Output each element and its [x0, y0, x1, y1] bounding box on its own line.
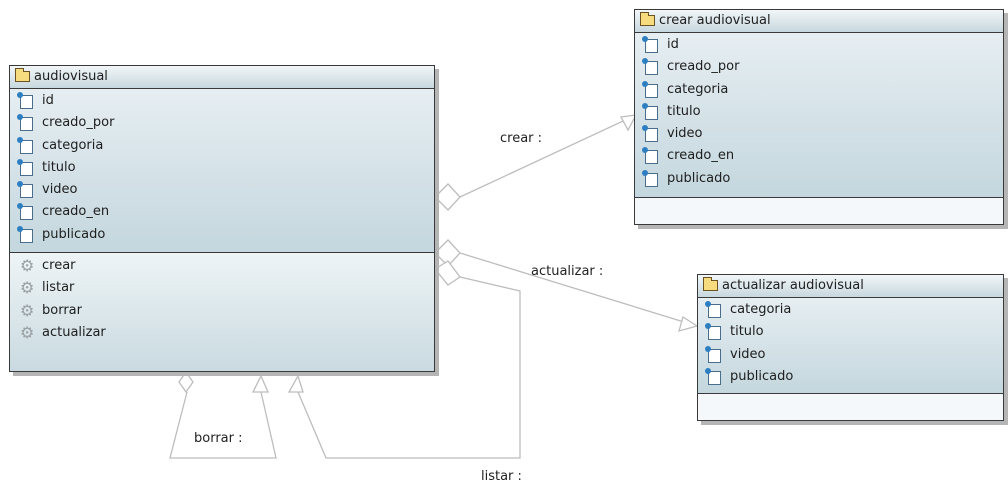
attribute-label: creado_en: [667, 148, 735, 164]
attribute-label: titulo: [730, 324, 764, 340]
attribute-label: publicado: [730, 368, 794, 384]
attribute-icon: [705, 367, 721, 385]
arrowhead-actualizar: [678, 315, 699, 332]
attribute-label: creado_por: [667, 59, 740, 75]
attribute-icon: [705, 345, 721, 363]
connector-crear: [459, 114, 637, 198]
attribute-label: id: [667, 37, 679, 52]
attribute-icon: [17, 136, 33, 154]
attribute-icon: [705, 301, 721, 318]
gear-icon: ⚙: [20, 322, 35, 342]
attribute-creado-por[interactable]: creado_por: [635, 56, 1003, 78]
attribute-creado-por[interactable]: creado_por: [10, 112, 434, 134]
attribute-video[interactable]: video: [635, 123, 1003, 145]
attribute-titulo[interactable]: titulo: [635, 101, 1003, 123]
attribute-publicado[interactable]: publicado: [635, 168, 1003, 190]
attribute-icon: [642, 125, 658, 143]
operation-actualizar[interactable]: ⚙ actualizar: [10, 322, 434, 344]
attribute-icon: [642, 36, 658, 53]
attributes-compartment: id creado_por categoria titulo video cre…: [635, 33, 1003, 198]
attribute-icon: [17, 92, 33, 109]
operation-listar[interactable]: ⚙ listar: [10, 277, 434, 299]
attributes-compartment: categoria titulo video publicado: [698, 298, 1003, 394]
operation-label: crear: [42, 258, 76, 273]
class-name: audiovisual: [34, 69, 108, 84]
attribute-titulo[interactable]: titulo: [10, 157, 434, 179]
attribute-id[interactable]: id: [10, 90, 434, 112]
operation-label: actualizar: [42, 324, 106, 340]
class-audiovisual[interactable]: audiovisual id creado_por categoria titu…: [9, 65, 435, 372]
attribute-label: categoria: [730, 302, 792, 317]
class-crear-audiovisual[interactable]: crear audiovisual id creado_por categori…: [634, 9, 1004, 225]
attribute-icon: [17, 181, 33, 199]
attribute-label: publicado: [42, 226, 106, 242]
gear-icon: ⚙: [20, 278, 35, 298]
class-name: crear audiovisual: [659, 13, 771, 28]
attribute-publicado[interactable]: publicado: [10, 224, 434, 246]
diamond-borrar: [178, 370, 194, 394]
attribute-icon: [17, 225, 33, 243]
operation-borrar[interactable]: ⚙ borrar: [10, 300, 434, 322]
attribute-label: video: [667, 126, 703, 142]
attribute-label: video: [730, 346, 766, 362]
attribute-categoria[interactable]: categoria: [698, 299, 1003, 321]
attribute-icon: [642, 58, 658, 76]
connector-borrar: [169, 391, 277, 459]
attribute-categoria[interactable]: categoria: [635, 79, 1003, 101]
class-header[interactable]: actualizar audiovisual: [698, 275, 1003, 298]
attribute-video[interactable]: video: [698, 344, 1003, 366]
attribute-label: id: [42, 93, 54, 108]
operation-label: listar: [42, 280, 75, 296]
attribute-categoria[interactable]: categoria: [10, 135, 434, 157]
attribute-icon: [705, 323, 721, 341]
attribute-icon: [642, 80, 658, 98]
operation-crear[interactable]: ⚙ crear: [10, 255, 434, 277]
attribute-icon: [17, 158, 33, 176]
attribute-label: titulo: [42, 159, 76, 175]
attribute-icon: [642, 147, 658, 165]
class-header[interactable]: audiovisual: [10, 66, 434, 89]
folder-icon: [703, 277, 718, 291]
attribute-label: categoria: [42, 137, 104, 153]
operations-compartment: [698, 394, 1003, 420]
gear-icon: ⚙: [20, 300, 35, 320]
attribute-label: creado_por: [42, 115, 115, 131]
operation-label: borrar: [42, 302, 82, 318]
diamond-listar: [434, 260, 461, 286]
operations-compartment: [635, 198, 1003, 224]
attribute-publicado[interactable]: publicado: [698, 366, 1003, 388]
gear-icon: ⚙: [20, 256, 35, 275]
attribute-label: publicado: [667, 170, 731, 186]
attribute-label: video: [42, 182, 78, 198]
folder-icon: [640, 12, 655, 26]
attribute-creado-en[interactable]: creado_en: [635, 145, 1003, 167]
attribute-video[interactable]: video: [10, 179, 434, 201]
class-header[interactable]: crear audiovisual: [635, 10, 1003, 33]
diamond-crear: [434, 183, 461, 211]
attribute-titulo[interactable]: titulo: [698, 321, 1003, 343]
attributes-compartment: id creado_por categoria titulo video cre…: [10, 89, 434, 253]
relation-label-actualizar[interactable]: actualizar :: [531, 264, 603, 279]
relation-label-listar[interactable]: listar :: [481, 469, 522, 484]
arrowhead-listar: [287, 374, 304, 393]
attribute-icon: [642, 102, 658, 120]
attribute-icon: [17, 203, 33, 221]
attribute-label: categoria: [667, 81, 729, 97]
arrowhead-borrar: [251, 374, 269, 393]
attribute-id[interactable]: id: [635, 34, 1003, 56]
attribute-icon: [17, 114, 33, 132]
class-name: actualizar audiovisual: [722, 278, 864, 293]
folder-icon: [15, 68, 30, 82]
relation-label-crear[interactable]: crear :: [500, 131, 542, 146]
attribute-icon: [642, 169, 658, 187]
operations-compartment: ⚙ crear ⚙ listar ⚙ borrar ⚙ actualizar: [10, 253, 434, 371]
relation-label-borrar[interactable]: borrar :: [194, 431, 243, 446]
attribute-label: titulo: [667, 103, 701, 119]
attribute-creado-en[interactable]: creado_en: [10, 201, 434, 223]
attribute-label: creado_en: [42, 204, 110, 220]
class-actualizar-audiovisual[interactable]: actualizar audiovisual categoria titulo …: [697, 274, 1004, 421]
